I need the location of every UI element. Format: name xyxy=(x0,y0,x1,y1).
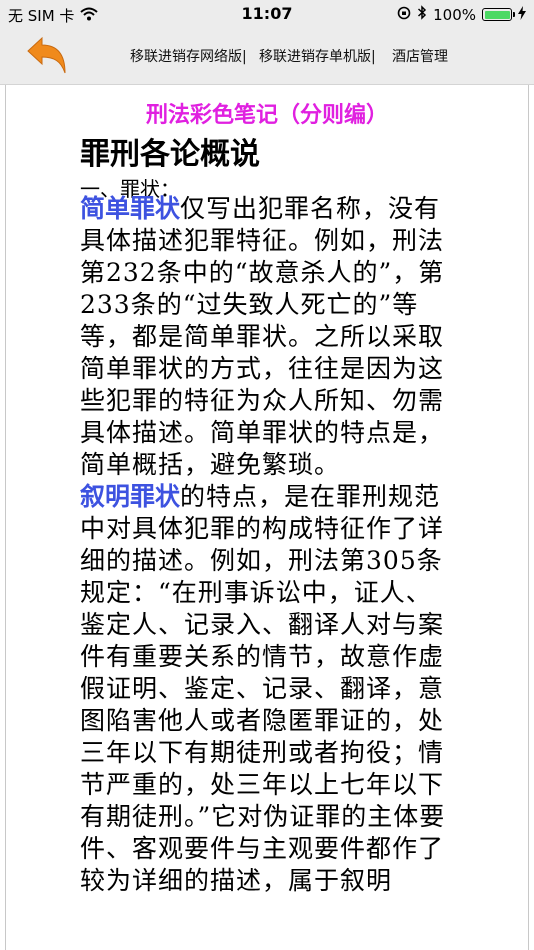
body-text: 简单罪状仅写出犯罪名称，没有具体描述犯罪特征。例如，刑法第232条中的“故意杀人… xyxy=(80,193,456,897)
charging-icon xyxy=(518,5,526,24)
note-title: 刑法彩色笔记（分则编） xyxy=(145,103,388,128)
frame-right-border xyxy=(528,85,529,950)
nav-bar: 移联进销存网络版| 移联进销存单机版| 酒店管理 xyxy=(0,28,534,85)
paragraph-text: 的特点，是在罪刑规范中对具体犯罪的构成特征作了详细的描述。例如，刑法第305条规… xyxy=(80,482,446,895)
note-content[interactable]: 刑法彩色笔记（分则编） 罪刑各论概说 一、罪状： 简单罪状仅写出犯罪名称，没有具… xyxy=(0,85,534,950)
paragraph-detailed-description: 叙明罪状的特点，是在罪刑规范中对具体犯罪的构成特征作了详细的描述。例如，刑法第3… xyxy=(80,481,456,897)
nav-link-network-edition[interactable]: 移联进销存网络版| xyxy=(130,46,247,66)
term-simple-description: 简单罪状 xyxy=(80,194,181,223)
status-right: 100% xyxy=(397,5,526,24)
section-heading: 罪刑各论概说 xyxy=(80,137,260,172)
paragraph-text: 仅写出犯罪名称，没有具体描述犯罪特征。例如，刑法第232条中的“故意杀人的”，第… xyxy=(80,194,445,479)
back-button[interactable] xyxy=(26,35,68,75)
nav-link-standalone-edition[interactable]: 移联进销存单机版| xyxy=(259,46,376,66)
orientation-lock-icon xyxy=(397,6,411,24)
term-detailed-description: 叙明罪状 xyxy=(80,482,181,511)
paragraph-simple-description: 简单罪状仅写出犯罪名称，没有具体描述犯罪特征。例如，刑法第232条中的“故意杀人… xyxy=(80,193,456,481)
nav-link-hotel-management[interactable]: 酒店管理 xyxy=(392,46,448,66)
bluetooth-icon xyxy=(417,5,427,24)
undo-arrow-icon xyxy=(27,36,66,74)
status-bar: 无 SIM 卡 11:07 100% xyxy=(0,0,534,28)
frame-left-border xyxy=(5,85,6,950)
battery-icon xyxy=(482,8,515,21)
battery-percent: 100% xyxy=(433,5,476,24)
